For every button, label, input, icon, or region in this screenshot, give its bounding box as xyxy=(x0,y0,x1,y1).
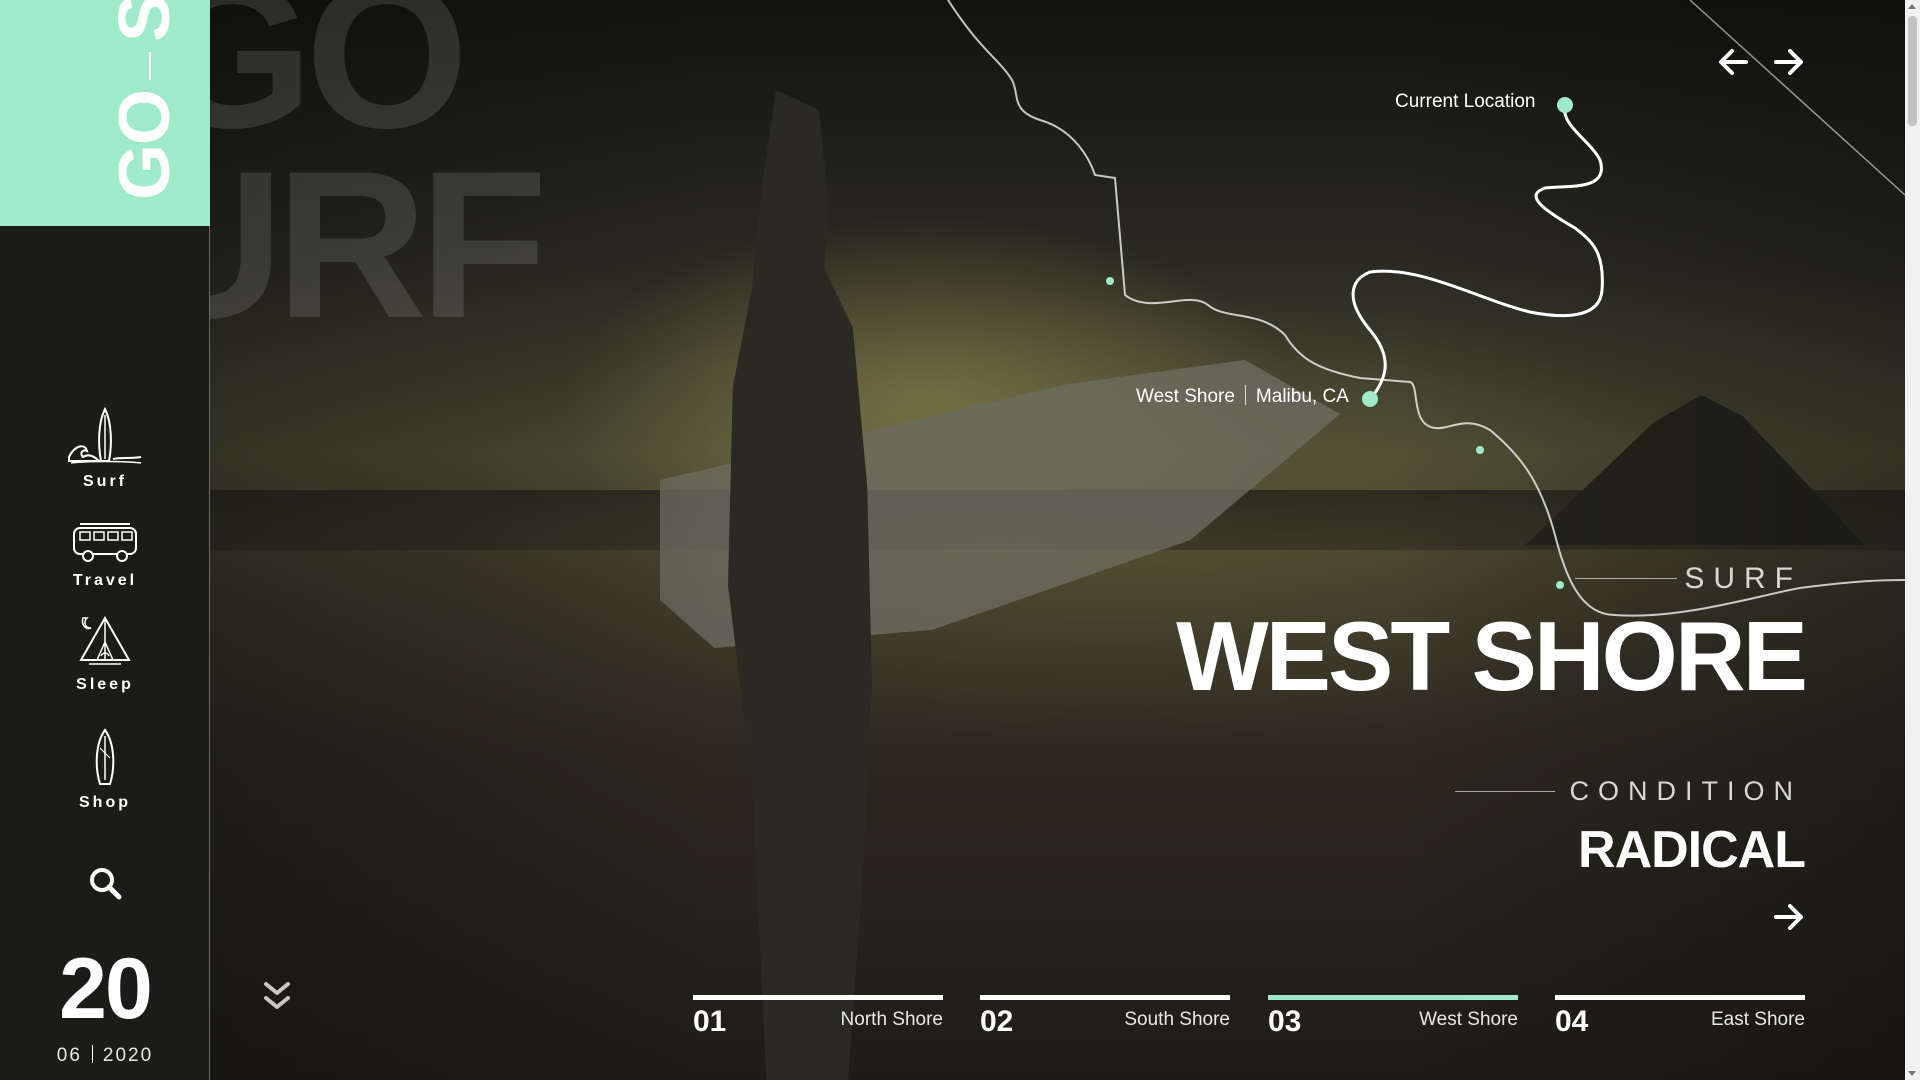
tab-indicator xyxy=(980,995,1230,1000)
arrow-right-icon[interactable] xyxy=(1772,45,1806,79)
tab-number: 04 xyxy=(1555,1005,1589,1038)
tab-west-shore[interactable]: 03 West Shore xyxy=(1268,995,1518,1040)
date-month: 06 xyxy=(56,1045,82,1066)
chevron-double-down-icon[interactable] xyxy=(262,980,292,1014)
surf-tag: SURF xyxy=(1684,562,1802,595)
tab-indicator xyxy=(1555,995,1805,1000)
background-vignette xyxy=(210,0,1905,1080)
condition-value: RADICAL xyxy=(1578,821,1806,879)
logo-surf: SURF xyxy=(105,0,185,42)
tab-label: North Shore xyxy=(840,1009,943,1030)
tab-south-shore[interactable]: 02 South Shore xyxy=(980,995,1230,1040)
sidebar-item-travel[interactable]: Travel xyxy=(0,518,210,590)
destination-region: Malibu, CA xyxy=(1255,386,1349,407)
tab-indicator xyxy=(1268,995,1518,1000)
van-icon xyxy=(73,523,137,562)
scrollbar-thumb[interactable] xyxy=(1908,16,1917,126)
tab-north-shore[interactable]: 01 North Shore xyxy=(693,995,943,1040)
arrow-right-icon[interactable] xyxy=(1772,900,1806,934)
logo-divider xyxy=(148,51,151,80)
date-day: 20 xyxy=(59,941,153,1037)
tab-number: 03 xyxy=(1268,1005,1302,1038)
tab-label: South Shore xyxy=(1124,1009,1230,1030)
date-separator xyxy=(91,1045,93,1063)
page-title: WEST SHORE xyxy=(1176,601,1808,711)
brand-logo[interactable]: GO SURF xyxy=(104,0,186,200)
arrow-left-icon[interactable] xyxy=(1716,45,1750,79)
scrollbar[interactable] xyxy=(1905,0,1920,1080)
logo-go: GO xyxy=(105,89,185,200)
tab-label: West Shore xyxy=(1419,1009,1518,1030)
sidebar-item-label: Travel xyxy=(72,572,138,589)
surf-tag-line xyxy=(1575,578,1677,579)
sidebar-item-sleep[interactable]: Sleep xyxy=(0,612,210,694)
condition-tag: CONDITION xyxy=(1569,776,1802,806)
condition-tag-line xyxy=(1455,791,1555,792)
search-icon[interactable] xyxy=(87,865,123,901)
sidebar-item-surf[interactable]: Surf xyxy=(0,405,210,491)
destination-name: West Shore xyxy=(1136,386,1235,407)
sidebar-item-label: Sleep xyxy=(76,676,134,693)
date-year: 2020 xyxy=(102,1045,154,1066)
sidebar-item-shop[interactable]: Shop xyxy=(0,728,210,812)
surfboard-wave-icon xyxy=(68,406,142,464)
scroll-up-arrow-icon[interactable] xyxy=(1908,4,1916,9)
tab-label: East Shore xyxy=(1711,1009,1805,1030)
tab-indicator xyxy=(693,995,943,1000)
sidebar-item-label: Shop xyxy=(79,794,131,811)
tab-number: 01 xyxy=(693,1005,727,1038)
tab-east-shore[interactable]: 04 East Shore xyxy=(1555,995,1805,1040)
current-location-label: Current Location xyxy=(1395,91,1536,112)
tab-number: 02 xyxy=(980,1005,1014,1038)
sidebar-item-label: Surf xyxy=(83,473,127,490)
destination-separator xyxy=(1244,385,1246,405)
scroll-down-arrow-icon[interactable] xyxy=(1908,1071,1916,1076)
destination-label: West Shore Malibu, CA xyxy=(1136,385,1349,408)
surfboard-icon xyxy=(95,728,115,785)
tent-icon xyxy=(79,615,131,665)
date-month-year: 06 2020 xyxy=(0,1045,210,1067)
